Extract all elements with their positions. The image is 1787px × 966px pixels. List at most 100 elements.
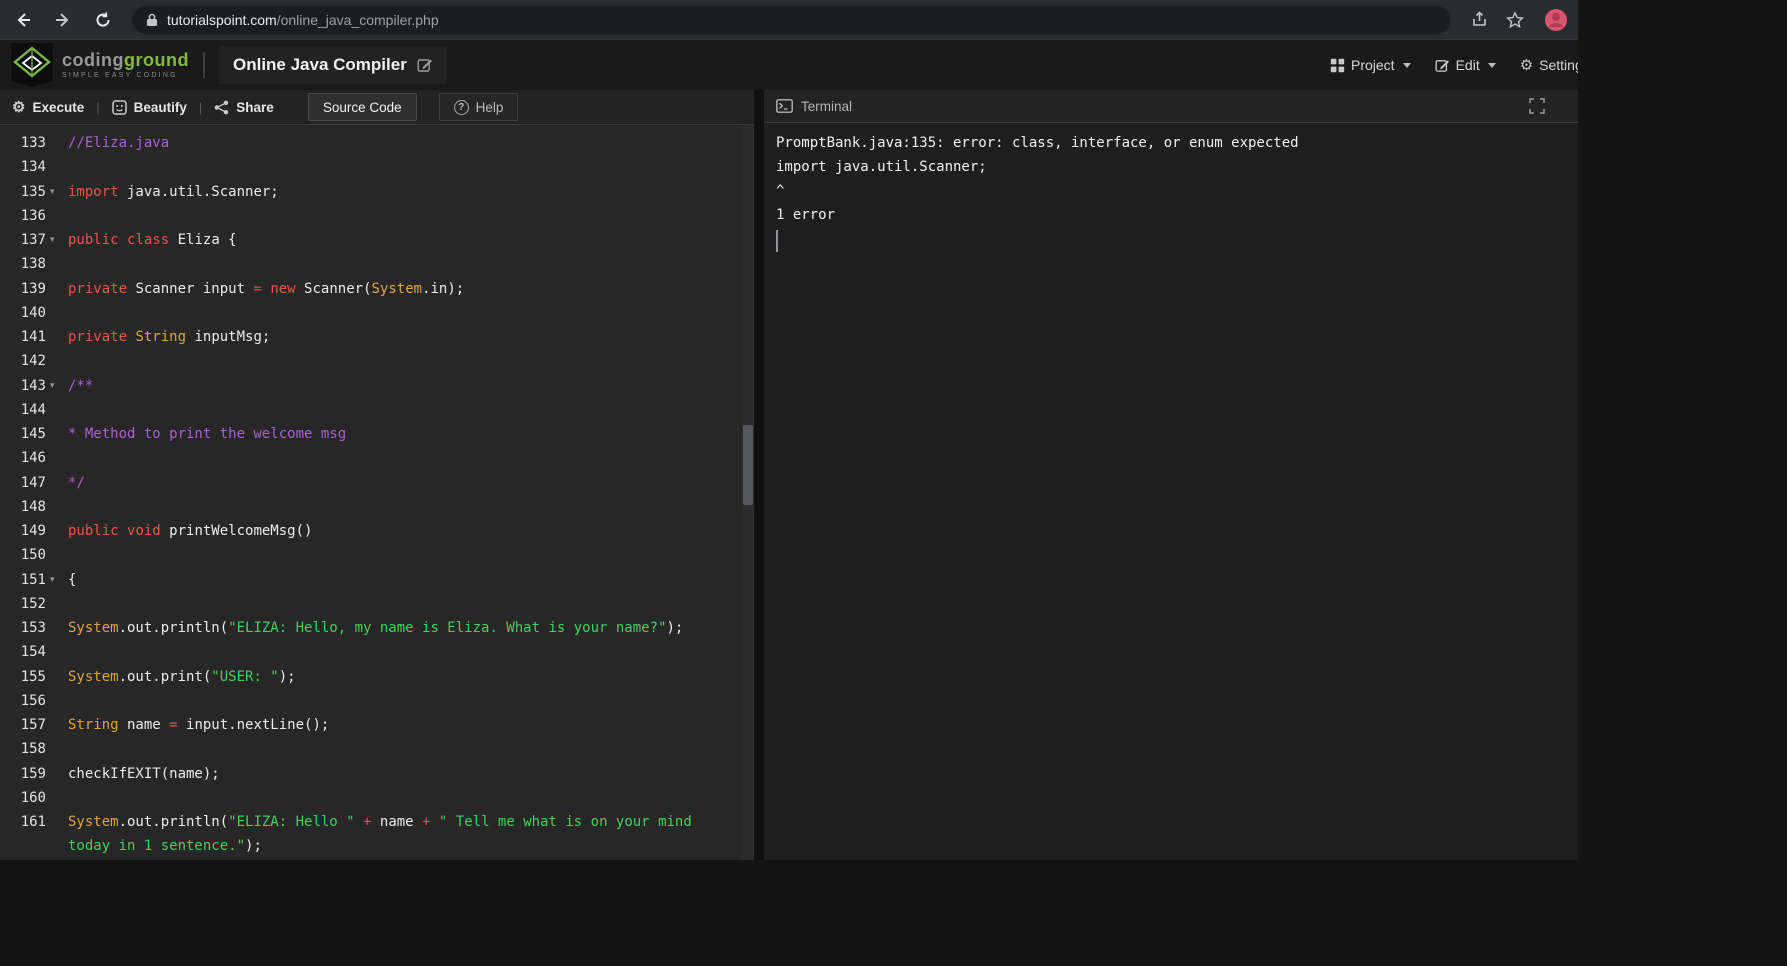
edit-title-icon[interactable] <box>417 57 433 73</box>
code-line[interactable]: 154 <box>0 640 754 664</box>
editor-scrollbar[interactable] <box>742 125 754 860</box>
line-number: 141 <box>20 329 46 346</box>
code-line[interactable]: 146 <box>0 446 754 470</box>
url-bar[interactable]: tutorialspoint.com/online_java_compiler.… <box>132 5 1450 34</box>
line-number: 142 <box>20 353 46 370</box>
line-number: 146 <box>20 450 46 467</box>
line-number: 161 <box>20 814 46 831</box>
line-number: 156 <box>20 692 46 709</box>
brand-block: codingground SIMPLE EASY CODING <box>62 51 189 79</box>
code-line[interactable]: 135 ▾ import java.util.Scanner; <box>0 180 754 204</box>
code-line[interactable]: 160 <box>0 786 754 810</box>
line-number: 151 <box>20 571 46 588</box>
line-number: 147 <box>20 474 46 491</box>
code-line[interactable]: 133//Eliza.java <box>0 131 754 155</box>
code-line[interactable]: 134 <box>0 155 754 179</box>
lock-icon <box>146 13 158 27</box>
code-line[interactable]: 156 <box>0 689 754 713</box>
line-number: 152 <box>20 595 46 612</box>
code-line[interactable]: 136 <box>0 204 754 228</box>
code-line[interactable]: 148 <box>0 495 754 519</box>
code-line[interactable]: 150 <box>0 543 754 567</box>
url-path: /online_java_compiler.php <box>276 11 439 28</box>
fullscreen-icon <box>1529 98 1545 114</box>
execute-button[interactable]: ⚙ Execute <box>12 100 84 115</box>
gear-icon: ⚙ <box>1519 56 1534 74</box>
code-line[interactable]: 157 String name = input.nextLine(); <box>0 713 754 737</box>
code-line[interactable]: 149 public void printWelcomeMsg() <box>0 519 754 543</box>
line-number: 139 <box>20 280 46 297</box>
terminal-line: import java.util.Scanner; <box>776 159 987 175</box>
fullscreen-button[interactable] <box>1529 98 1545 114</box>
profile-avatar[interactable] <box>1544 8 1568 32</box>
brand-ground: ground <box>124 50 189 70</box>
beautify-button[interactable]: Beautify <box>111 99 187 115</box>
fold-caret-icon[interactable]: ▾ <box>46 381 62 391</box>
code-line[interactable]: 137 ▾ public class Eliza { <box>0 228 754 252</box>
chevron-down-icon <box>1402 62 1411 68</box>
code-line[interactable]: 141 private String inputMsg; <box>0 325 754 349</box>
share-page-button[interactable] <box>1464 5 1494 35</box>
fold-caret-icon[interactable]: ▾ <box>46 187 62 197</box>
code-line[interactable]: 143 ▾/** <box>0 374 754 398</box>
code-line[interactable]: 161 System.out.println("ELIZA: Hello " + … <box>0 810 754 834</box>
line-number: 140 <box>20 304 46 321</box>
beautify-icon <box>111 99 127 115</box>
forward-button[interactable] <box>46 3 80 37</box>
editor-scrollbar-thumb[interactable] <box>743 425 753 505</box>
line-number: 144 <box>20 401 46 418</box>
header-menus: Project Edit ⚙ Settings <box>1330 40 1578 90</box>
settings-menu[interactable]: ⚙ Settings <box>1520 57 1578 73</box>
terminal-icon <box>776 99 793 113</box>
terminal-line: ^ <box>776 183 785 199</box>
line-number: 155 <box>20 668 46 685</box>
terminal-output[interactable]: PromptBank.java:135: error: class, inter… <box>764 123 1578 860</box>
pencil-square-icon <box>1435 58 1450 73</box>
terminal-header: Terminal <box>764 90 1578 123</box>
code-line[interactable]: 159 checkIfEXIT(name); <box>0 762 754 786</box>
help-icon: ? <box>453 99 469 115</box>
code-line[interactable]: 138 <box>0 252 754 276</box>
code-editor[interactable]: 133//Eliza.java 134 135 ▾ import java.util.S… <box>0 125 754 860</box>
line-number: 150 <box>20 547 46 564</box>
line-number: 157 <box>20 717 46 734</box>
terminal-title: Terminal <box>801 98 853 114</box>
tab-source-code-label: Source Code <box>322 99 402 115</box>
fold-caret-icon[interactable]: ▾ <box>46 575 62 585</box>
line-number: 148 <box>20 498 46 515</box>
terminal-panel: Terminal PromptBank.java:135: error: cla… <box>764 90 1578 860</box>
code-line[interactable]: 140 <box>0 301 754 325</box>
code-line[interactable]: 139 private Scanner input = new Scanner(S… <box>0 277 754 301</box>
execute-label: Execute <box>32 99 85 115</box>
code-lines: 133//Eliza.java 134 135 ▾ import java.util.S… <box>0 131 754 859</box>
code-line[interactable]: 158 <box>0 737 754 761</box>
share-button[interactable]: Share <box>214 100 274 115</box>
code-line[interactable]: today in 1 sentence."); <box>0 834 754 858</box>
settings-menu-label: Settings <box>1539 57 1578 73</box>
code-line[interactable]: 145 * Method to print the welcome msg <box>0 422 754 446</box>
line-number: 134 <box>20 159 46 176</box>
code-line[interactable]: 152 <box>0 592 754 616</box>
reload-button[interactable] <box>86 3 120 37</box>
line-number: 159 <box>20 765 46 782</box>
fold-caret-icon[interactable]: ▾ <box>46 235 62 245</box>
brand-tagline: SIMPLE EASY CODING <box>62 72 178 79</box>
chevron-down-icon <box>1487 62 1496 68</box>
code-line[interactable]: 144 <box>0 398 754 422</box>
line-number: 160 <box>20 789 46 806</box>
forward-arrow-icon <box>54 11 72 29</box>
panel-divider[interactable] <box>754 90 764 860</box>
project-menu[interactable]: Project <box>1330 57 1411 73</box>
line-number: 149 <box>20 523 46 540</box>
back-button[interactable] <box>6 3 40 37</box>
tab-help[interactable]: ? Help <box>438 93 519 121</box>
code-line[interactable]: 153 System.out.println("ELIZA: Hello, my … <box>0 616 754 640</box>
tab-source-code[interactable]: Source Code <box>307 93 417 121</box>
code-line[interactable]: 151 ▾{ <box>0 568 754 592</box>
code-line[interactable]: 142 <box>0 349 754 373</box>
edit-menu[interactable]: Edit <box>1435 57 1496 73</box>
app-header: codingground SIMPLE EASY CODING Online J… <box>0 40 1578 90</box>
code-line[interactable]: 147 */ <box>0 471 754 495</box>
code-line[interactable]: 155 System.out.print("USER: "); <box>0 665 754 689</box>
bookmark-star-button[interactable] <box>1500 5 1530 35</box>
